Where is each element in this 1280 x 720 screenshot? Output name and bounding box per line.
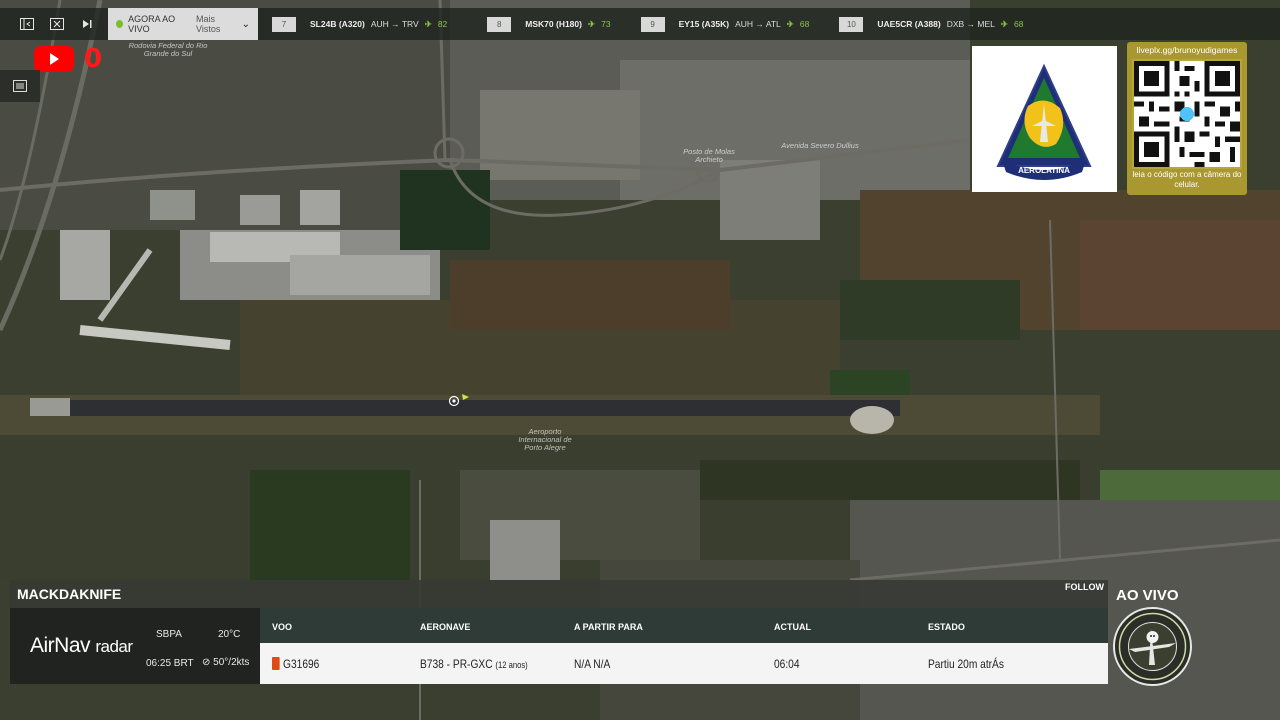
top-bar: AGORA AO VIVO Mais Vistos ⌄ 7 SL24B (A32… (0, 8, 1280, 40)
qr-caption: leia o código com a câmera do celular. (1132, 170, 1242, 189)
flight-viewers: 82 (437, 19, 448, 29)
stream-screen: { "topbar": { "mode_label": "AGORA AO VI… (0, 0, 1280, 720)
flight-info-panel: MACKDAKNIFE FOLLOW AirNav radar SBPA 20°… (10, 580, 1108, 684)
flight-callsign: SL24B (A320) (310, 19, 365, 29)
aircraft-age: (12 anos) (495, 660, 528, 670)
cell-flight: G31696 (272, 657, 319, 671)
panel-header: MACKDAKNIFE FOLLOW (10, 580, 1108, 608)
flight-rank: 8 (487, 16, 512, 32)
flight-viewers: 68 (799, 19, 810, 29)
skip-next-icon[interactable] (72, 8, 102, 40)
cell-aircraft: B738 - PR-GXC (12 anos) (420, 657, 528, 671)
flight-viewers: 68 (1014, 19, 1024, 29)
flight-item[interactable]: 8 MSK70 (H180) ✈ 73 (487, 8, 611, 40)
live-dot-icon (116, 20, 124, 28)
col-flight: VOO (272, 622, 293, 632)
mode-select-dropdown[interactable]: AGORA AO VIVO Mais Vistos ⌄ (108, 8, 258, 40)
map-label-avenue: Avenida Severo Dullius (781, 141, 859, 150)
chevron-down-icon: ⌄ (241, 18, 250, 30)
airline-flag-icon (272, 657, 280, 670)
col-aircraft: AERONAVE (420, 622, 471, 632)
mode-sub: Mais Vistos (195, 14, 221, 34)
plane-icon: ✈ (786, 18, 794, 29)
flight-route: DXB → MEL (946, 19, 995, 29)
flight-callsign: EY15 (A35K) (678, 19, 730, 29)
qr-code-panel: liveplx.gg/brunoyudigames leia o código … (1127, 42, 1247, 195)
flight-route: AUH → ATL (735, 19, 781, 29)
youtube-counter: 0 (84, 44, 103, 74)
cell-status: Partiu 20m atrÁs (928, 657, 1004, 671)
flight-item[interactable]: 7 SL24B (A320) AUH → TRV ✈ 82 (272, 8, 447, 40)
channel-badge-icon (1113, 607, 1192, 686)
flight-route: AUH → TRV (370, 19, 419, 29)
table-header: VOO AERONAVE A PARTIR PARA ACTUAL ESTADO (260, 608, 1108, 643)
flight-callsign: UAE5CR (A388) (877, 19, 941, 29)
qr-url: liveplx.gg/brunoyudigames (1136, 45, 1238, 55)
wind-value: 50°/2kts (213, 657, 250, 668)
youtube-play-icon[interactable] (34, 46, 74, 72)
flight-item[interactable]: 10 UAE5CR (A388) DXB → MEL ✈ 68 (839, 8, 1023, 40)
flight-rank: 10 (839, 16, 864, 32)
map-label-airport: Aeroporto Internacional de Porto Alegre (518, 427, 572, 452)
aerolatina-text: AEROLATINA (1018, 166, 1070, 175)
mode-label: AGORA AO VIVO (128, 14, 176, 34)
wind-info: ⊘ 50°/2kts (202, 657, 249, 668)
flight-rank: 9 (640, 16, 665, 32)
streamer-name: MACKDAKNIFE (17, 586, 122, 602)
aircraft-type: B738 - PR-GXC (420, 657, 493, 671)
table-row[interactable]: G31696 B738 - PR-GXC (12 anos) N/A N/A 0… (260, 643, 1108, 684)
panel-collapse-icon[interactable] (12, 8, 42, 40)
airnav-logo: AirNav radar (30, 634, 133, 658)
list-icon[interactable] (0, 70, 40, 102)
qr-code-image (1132, 59, 1242, 169)
map-label-gas-station: Posto de Molas Archieto (683, 147, 735, 164)
col-from: A PARTIR PARA (574, 622, 643, 632)
plane-icon: ✈ (587, 18, 596, 29)
plane-icon: ✈ (1000, 18, 1008, 29)
brand-name: AirNav (30, 634, 91, 657)
flight-rank: 7 (272, 16, 296, 32)
flight-callsign: MSK70 (H180) (525, 19, 582, 29)
col-actual: ACTUAL (774, 622, 811, 632)
live-label: AO VIVO (1116, 587, 1179, 604)
aerolatina-logo: AEROLATINA (972, 46, 1117, 192)
flight-viewers: 73 (601, 19, 611, 29)
brand-sub: radar (95, 637, 133, 656)
flight-item[interactable]: 9 EY15 (A35K) AUH → ATL ✈ 68 (640, 8, 810, 40)
airport-code: SBPA (156, 629, 182, 640)
flight-number: G31696 (283, 657, 320, 671)
panel-body: AirNav radar SBPA 20°C 06:25 BRT ⊘ 50°/2… (10, 608, 1108, 684)
cell-from: N/A N/A (574, 657, 611, 671)
follow-button[interactable]: FOLLOW (1065, 580, 1104, 594)
plane-icon: ✈ (424, 18, 432, 29)
map-label-highway: Rodovia Federal do Rio Grande do Sul (128, 41, 208, 58)
local-time: 06:25 BRT (146, 658, 194, 669)
temperature: 20°C (218, 629, 241, 640)
wind-icon: ⊘ (202, 657, 211, 668)
screen-icon[interactable] (42, 8, 72, 40)
col-status: ESTADO (928, 622, 965, 632)
cell-actual: 06:04 (774, 657, 800, 671)
